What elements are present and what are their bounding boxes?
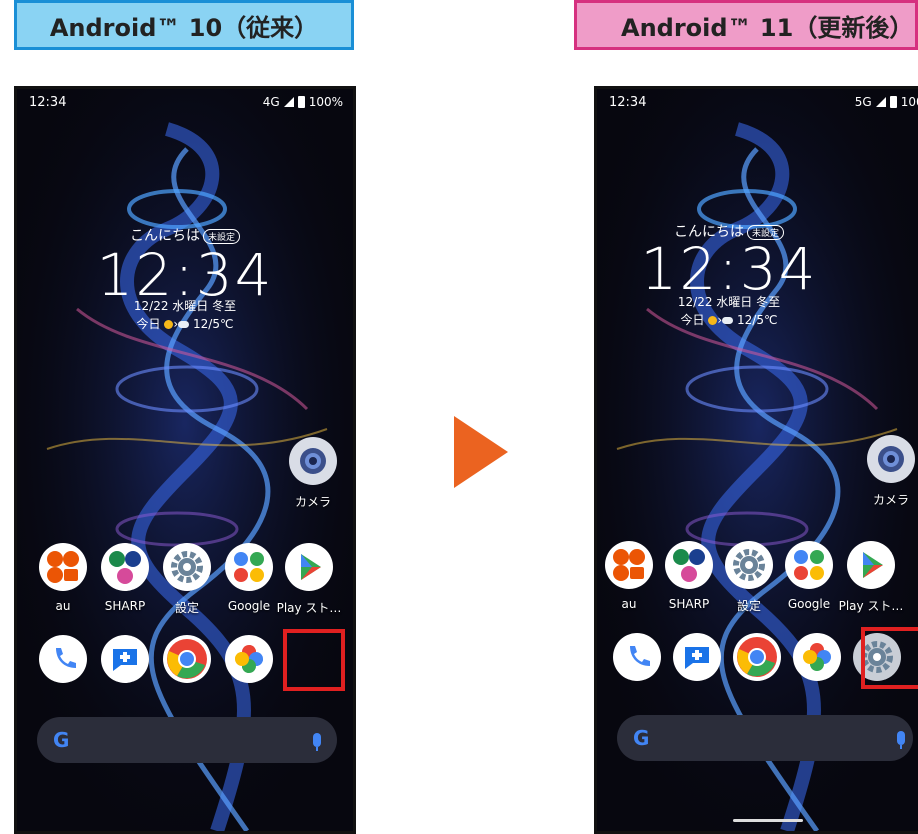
au-folder-icon	[39, 543, 87, 591]
app-play-store[interactable]: Play スト…	[276, 543, 342, 616]
mic-icon[interactable]	[313, 733, 321, 751]
android-11-label: Android™ 11（更新後）	[574, 0, 918, 50]
status-time: 12:34	[29, 94, 67, 110]
phone-icon	[39, 635, 87, 683]
date-text: 12/22 水曜日 冬至	[133, 299, 237, 313]
phone-icon	[613, 633, 661, 681]
google-folder-icon	[785, 541, 833, 589]
dock-phone[interactable]	[607, 633, 667, 681]
app-label: au	[621, 597, 637, 611]
dock-chrome[interactable]	[157, 635, 217, 683]
cloud-icon	[722, 317, 734, 324]
android-11-label-text: Android™ 11（更新後）	[621, 13, 914, 42]
camera-icon	[867, 435, 915, 483]
weather-widget[interactable]: 今日 › 12/5℃	[597, 311, 861, 328]
app-au-folder[interactable]: au	[599, 541, 659, 611]
google-logo: G	[53, 728, 70, 752]
network-type: 4G	[262, 95, 280, 109]
app-google-folder[interactable]: Google	[219, 543, 279, 613]
android-10-label-text: Android™ 10（従来）	[49, 13, 319, 42]
temperature: 12/5℃	[193, 317, 234, 331]
status-bar: 12:34 5G 100%	[597, 89, 918, 115]
mic-icon[interactable]	[897, 731, 905, 749]
play-store-icon	[285, 543, 333, 591]
app-label: Play スト…	[276, 601, 342, 615]
network-type: 5G	[854, 95, 872, 109]
app-au-folder[interactable]: au	[33, 543, 93, 613]
settings-gear-icon	[163, 543, 211, 591]
dock-photos[interactable]	[219, 635, 279, 683]
cloud-icon	[178, 321, 190, 328]
app-label: SHARP	[104, 599, 146, 613]
battery-level: 100%	[308, 95, 343, 109]
app-play-store[interactable]: Play スト…	[838, 541, 904, 614]
battery-icon	[297, 96, 305, 108]
weather-prefix: 今日	[680, 313, 705, 327]
camera-icon	[289, 437, 337, 485]
sharp-folder-icon	[665, 541, 713, 589]
status-time: 12:34	[609, 94, 647, 110]
temperature: 12/5℃	[737, 313, 778, 327]
app-label: カメラ	[872, 493, 909, 507]
dock-chrome[interactable]	[727, 633, 787, 681]
play-store-icon	[847, 541, 895, 589]
settings-gear-icon	[725, 541, 773, 589]
app-label: カメラ	[294, 495, 331, 509]
google-search-bar[interactable]: G	[617, 715, 913, 761]
app-sharp-folder[interactable]: SHARP	[659, 541, 719, 611]
app-sharp-folder[interactable]: SHARP	[95, 543, 155, 613]
settings-dock-highlight	[861, 627, 918, 689]
dock-phone[interactable]	[33, 635, 93, 683]
battery-level: 100%	[900, 95, 918, 109]
app-label: au	[55, 599, 71, 613]
google-search-bar[interactable]: G	[37, 717, 337, 763]
status-bar: 12:34 4G 100%	[17, 89, 353, 115]
empty-dock-slot-highlight	[283, 629, 345, 691]
messages-icon	[673, 633, 721, 681]
app-settings[interactable]: 設定	[719, 541, 779, 614]
sun-icon	[164, 320, 174, 329]
weather-widget[interactable]: 今日 › 12/5℃	[17, 315, 353, 332]
app-label: Google	[227, 599, 271, 613]
battery-icon	[889, 96, 897, 108]
android-10-label: Android™ 10（従来）	[14, 0, 354, 50]
app-label: Play スト…	[838, 599, 904, 613]
google-folder-icon	[225, 543, 273, 591]
android-10-home-screen: 12:34 4G 100% こんにちは 未設定 12:34 12/22 水曜日 冬…	[14, 86, 356, 834]
dock-messages[interactable]	[667, 633, 727, 681]
app-google-folder[interactable]: Google	[779, 541, 839, 611]
date-text: 12/22 水曜日 冬至	[677, 295, 781, 309]
google-logo: G	[633, 726, 650, 750]
photos-icon	[793, 633, 841, 681]
au-folder-icon	[605, 541, 653, 589]
app-label: SHARP	[668, 597, 710, 611]
sharp-folder-icon	[101, 543, 149, 591]
photos-icon	[225, 635, 273, 683]
chrome-icon	[163, 635, 211, 683]
signal-icon	[875, 97, 886, 107]
app-settings[interactable]: 設定	[157, 543, 217, 616]
weather-prefix: 今日	[136, 317, 161, 331]
dock-messages[interactable]	[95, 635, 155, 683]
app-camera[interactable]: カメラ	[283, 437, 343, 510]
gesture-nav-bar[interactable]	[733, 819, 803, 822]
app-label: 設定	[736, 599, 761, 613]
sun-icon	[708, 316, 718, 325]
dock-photos[interactable]	[787, 633, 847, 681]
app-label: 設定	[174, 601, 199, 615]
messages-icon	[101, 635, 149, 683]
right-arrow-icon	[454, 416, 508, 488]
app-camera[interactable]: カメラ	[861, 435, 918, 508]
signal-icon	[283, 97, 294, 107]
app-label: Google	[787, 597, 831, 611]
chrome-icon	[733, 633, 781, 681]
android-11-home-screen: 12:34 5G 100% こんにちは未設定 12:34 12/22 水曜日 冬…	[594, 86, 918, 834]
